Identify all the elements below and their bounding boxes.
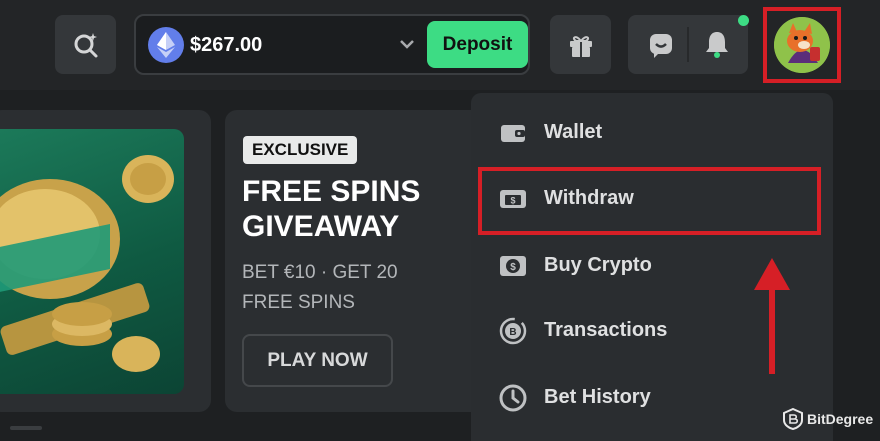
exclusive-badge: EXCLUSIVE bbox=[243, 136, 358, 164]
transactions-icon: B bbox=[499, 317, 527, 345]
wallet-icon bbox=[501, 125, 525, 142]
menu-item-wallet[interactable]: Wallet bbox=[471, 103, 833, 163]
bitdegree-logo-icon bbox=[783, 408, 803, 430]
chevron-down-icon[interactable] bbox=[398, 35, 416, 53]
watermark-text: BitDegree bbox=[807, 411, 874, 427]
play-now-button[interactable]: PLAY NOW bbox=[242, 334, 393, 387]
search-button[interactable] bbox=[55, 15, 116, 74]
gift-icon bbox=[569, 35, 592, 57]
promo-title: FREE SPINS GIVEAWAY bbox=[242, 174, 482, 244]
scroll-indicator bbox=[10, 426, 42, 430]
withdraw-highlight-box bbox=[478, 167, 821, 235]
buy-crypto-icon: $ bbox=[500, 256, 526, 276]
arrow-up-icon bbox=[754, 258, 790, 374]
divider bbox=[687, 27, 689, 62]
promo-sub-line2: FREE SPINS bbox=[242, 292, 355, 313]
menu-item-bet-history[interactable]: Bet History bbox=[471, 368, 833, 428]
promo-title-line1: FREE SPINS bbox=[242, 175, 421, 208]
promo-subtitle: BET €10 · GET 20 FREE SPINS bbox=[242, 258, 482, 318]
ethereum-icon bbox=[148, 27, 184, 63]
promo-title-line2: GIVEAWAY bbox=[242, 210, 400, 243]
wallet-balance: $267.00 bbox=[190, 34, 263, 56]
promo-card: EXCLUSIVE FREE SPINS GIVEAWAY BET €10 · … bbox=[225, 110, 485, 412]
bell-icon[interactable] bbox=[704, 29, 730, 59]
svg-text:B: B bbox=[509, 327, 516, 338]
menu-label-transactions: Transactions bbox=[544, 319, 668, 341]
watermark: BitDegree bbox=[783, 408, 873, 430]
menu-label-wallet: Wallet bbox=[544, 121, 603, 143]
promo-banner-left[interactable] bbox=[0, 110, 211, 412]
avatar[interactable] bbox=[774, 17, 830, 73]
svg-text:$: $ bbox=[510, 262, 516, 273]
chat-icon[interactable] bbox=[648, 31, 674, 59]
top-bar: $267.00 Deposit bbox=[0, 0, 880, 90]
menu-label-buy-crypto: Buy Crypto bbox=[544, 254, 652, 276]
promo-sub-line1: BET €10 · GET 20 bbox=[242, 262, 398, 283]
wallet-balance-selector[interactable]: $267.00 Deposit bbox=[134, 14, 530, 75]
gift-button[interactable] bbox=[550, 15, 611, 74]
avatar-highlight bbox=[763, 7, 841, 83]
clock-icon bbox=[499, 384, 527, 412]
deposit-button[interactable]: Deposit bbox=[427, 21, 528, 68]
menu-label-bet-history: Bet History bbox=[544, 386, 651, 408]
search-icon bbox=[74, 32, 97, 57]
chat-notifications-group bbox=[628, 15, 748, 74]
promo-illustration bbox=[0, 129, 184, 394]
notification-dot bbox=[738, 15, 749, 26]
